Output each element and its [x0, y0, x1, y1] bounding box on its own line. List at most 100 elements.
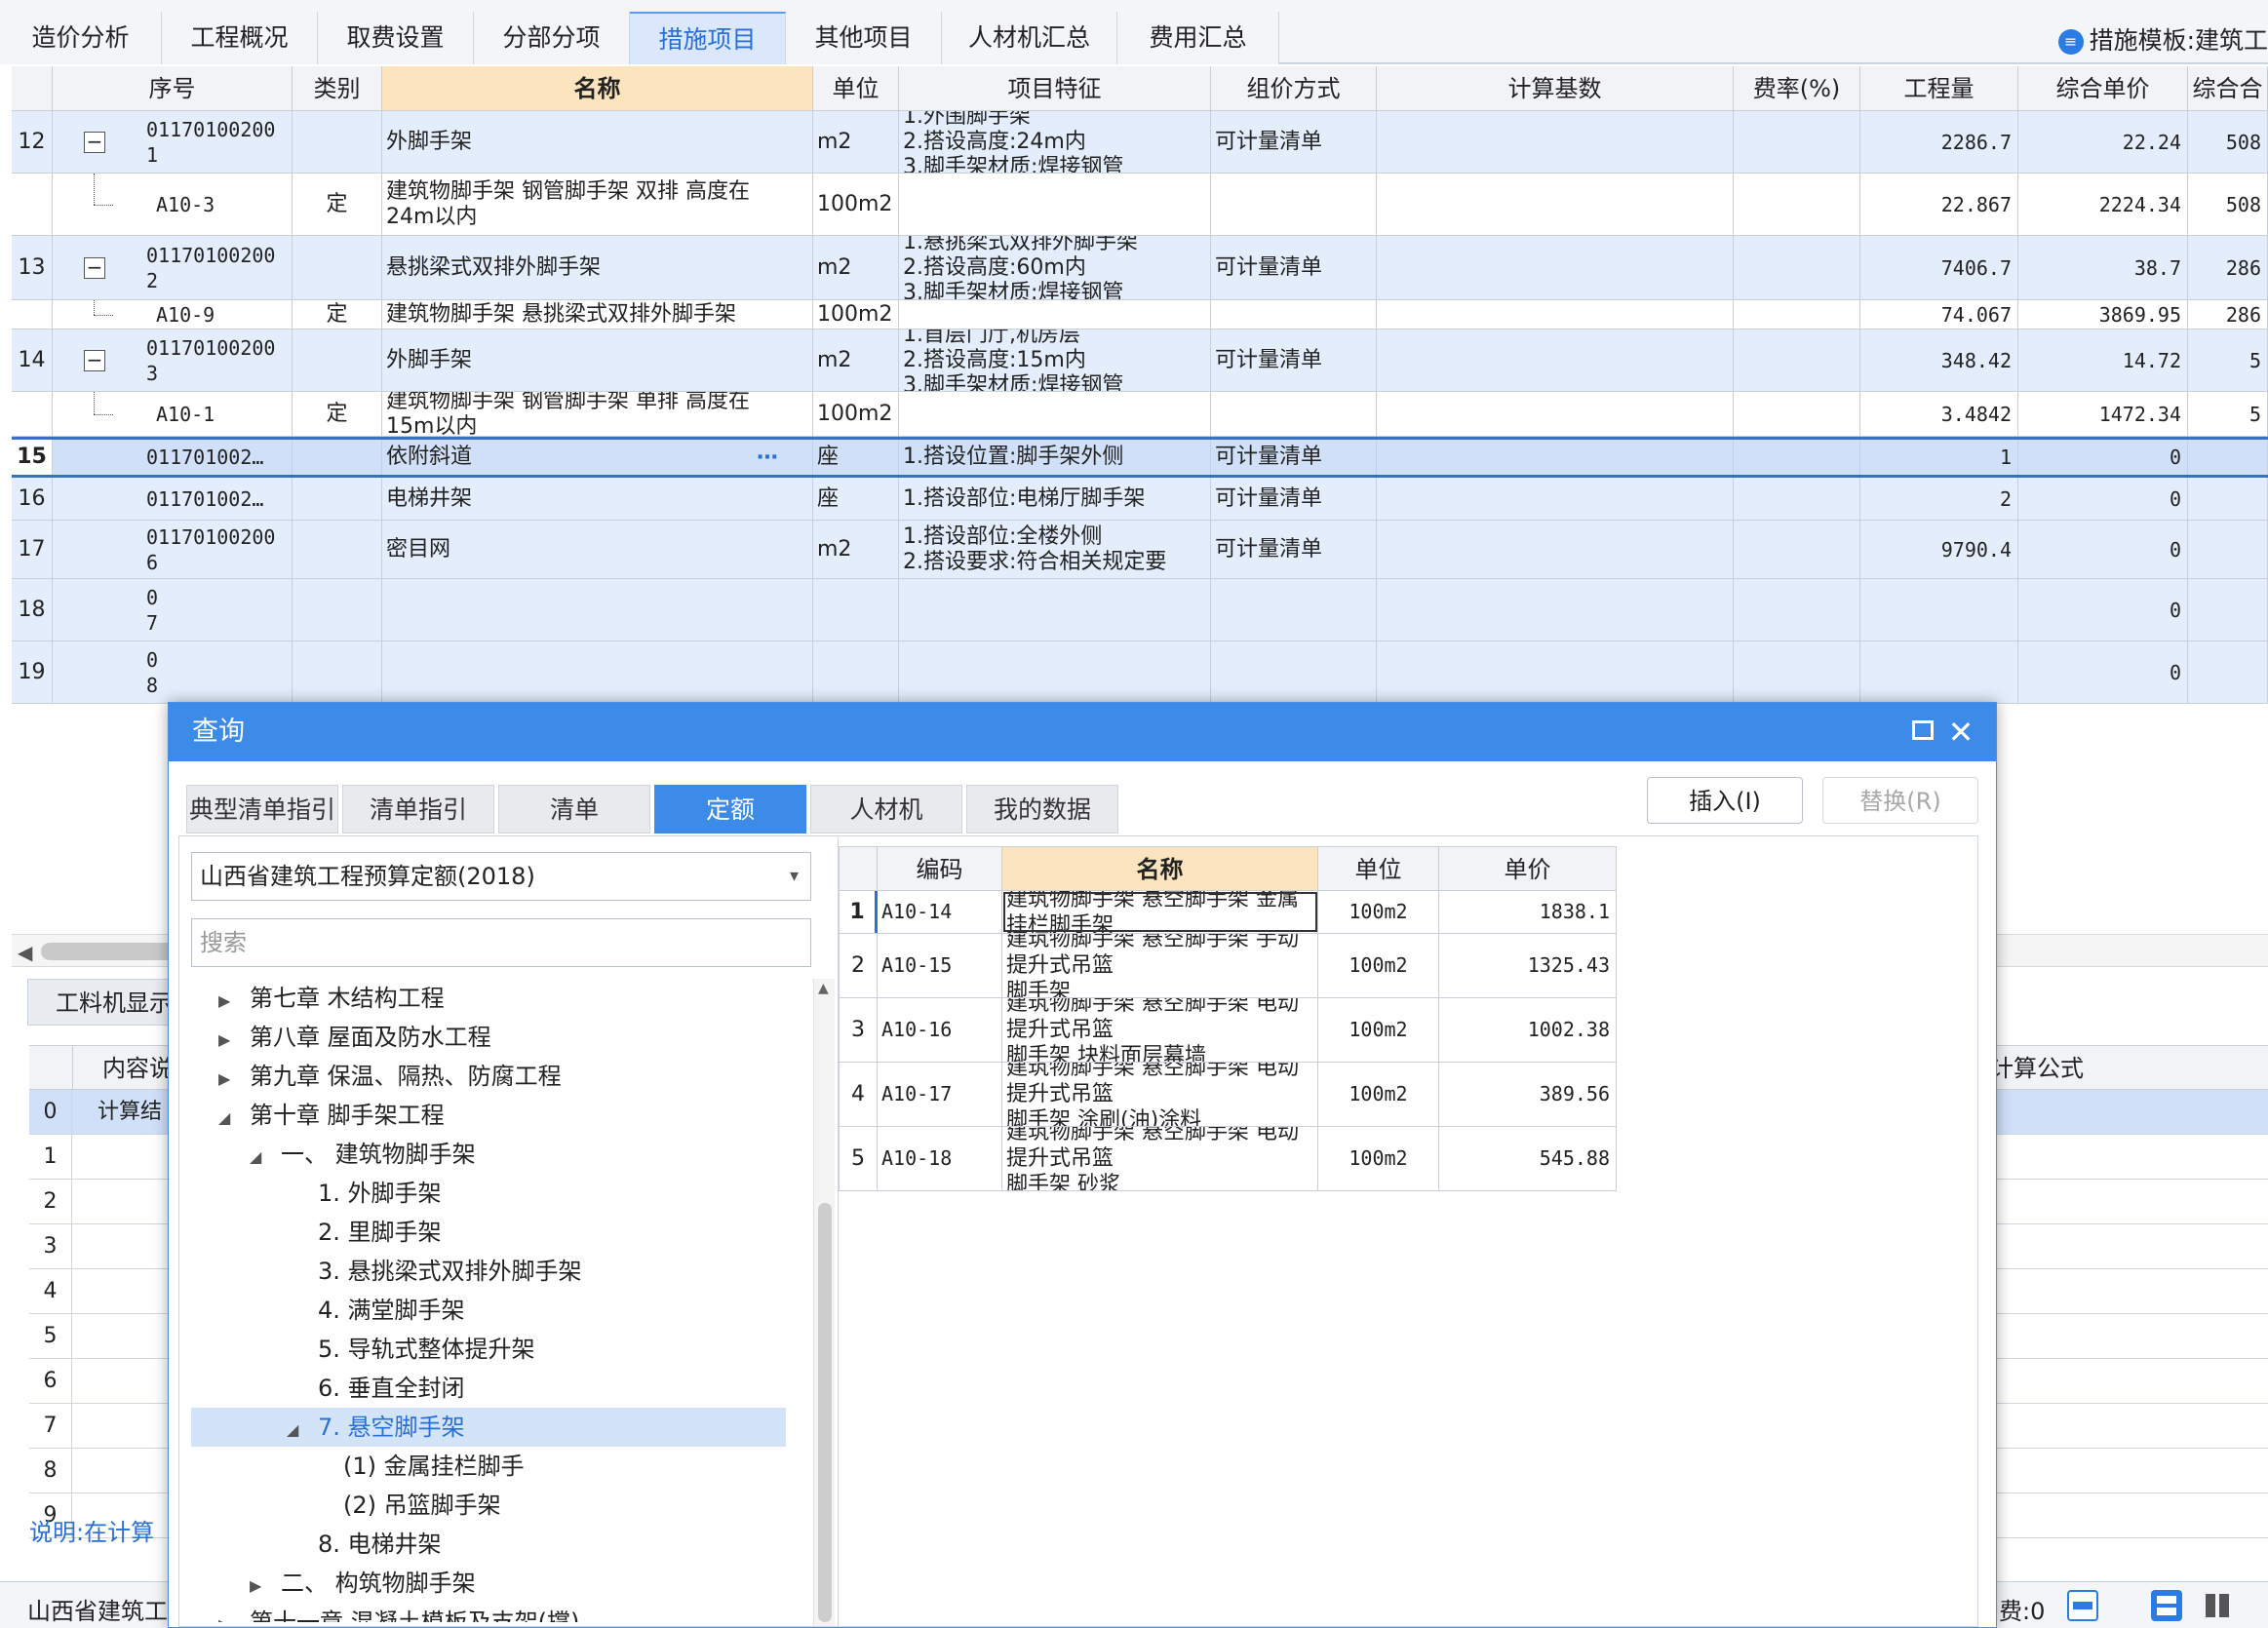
quota-sub-row[interactable]: A10-3 定建筑物脚手架 钢管脚手架 双排 高度在 24m以内 100m2 22.8… [12, 174, 2268, 236]
chapter-tree-item[interactable]: ▶ 第八章 屋面及防水工程 [191, 1018, 786, 1057]
quota-cell-code[interactable]: A10-14 [878, 891, 1002, 933]
quota-cell-index[interactable]: 3 [839, 998, 878, 1062]
cell-row-number[interactable]: 15 [12, 440, 53, 475]
cell-calc-base[interactable] [1377, 236, 1734, 299]
cell-code[interactable]: A10-1 [53, 392, 293, 436]
cell-total[interactable] [2188, 478, 2268, 520]
chapter-tree-item[interactable]: ◢ 一、 建筑物脚手架 [191, 1135, 786, 1174]
cell-unit-price[interactable]: 2224.34 [2018, 174, 2188, 235]
cell-row-number[interactable]: 19 [12, 641, 53, 703]
quota-cell-name[interactable]: 建筑物脚手架 悬空脚手架 金属挂栏脚手架 [1002, 891, 1318, 933]
cell-total[interactable] [2188, 641, 2268, 703]
chapter-tree-item[interactable]: 1. 外脚手架 [191, 1174, 786, 1213]
cell-calc-base[interactable] [1377, 641, 1734, 703]
header-feature[interactable]: 项目特征 [899, 66, 1211, 111]
cell-total[interactable] [2188, 579, 2268, 640]
cell-name[interactable] [382, 641, 813, 703]
cell-row-number[interactable]: 17 [12, 521, 53, 578]
cell-total[interactable]: 508 [2188, 174, 2268, 235]
cell-rate[interactable] [1734, 300, 1860, 329]
cell-unit[interactable] [813, 579, 899, 640]
cell-feature[interactable] [899, 300, 1211, 329]
layout-split-vertical-icon[interactable] [2202, 1590, 2233, 1621]
cell-pricing-method[interactable] [1211, 300, 1377, 329]
cell-calc-base[interactable] [1377, 478, 1734, 520]
quota-cell-price[interactable]: 1325.43 [1439, 934, 1617, 997]
maximize-icon[interactable] [1912, 720, 1934, 740]
cell-pricing-method[interactable]: 可计量清单 [1211, 521, 1377, 578]
quota-header-name[interactable]: 名称 [1002, 846, 1318, 891]
measure-item-row[interactable]: 16 011701002… 电梯井架座 1.搭设部位:电梯厅脚手架 可计量清单 2 0 [12, 478, 2268, 521]
cell-quantity[interactable]: 348.42 [1860, 329, 2018, 391]
cell-type[interactable] [293, 478, 382, 520]
layout-split-horizontal-icon[interactable] [2151, 1590, 2182, 1621]
chapter-tree-item[interactable]: 6. 垂直全封闭 [191, 1369, 786, 1408]
cell-feature[interactable] [899, 641, 1211, 703]
tab-labor-material-summary[interactable]: 人材机汇总 [942, 12, 1117, 64]
cell-rate[interactable] [1734, 641, 1860, 703]
cell-type[interactable] [293, 329, 382, 391]
layout-single-icon[interactable] [2067, 1590, 2098, 1621]
cell-rate[interactable] [1734, 521, 1860, 578]
quota-header-unit[interactable]: 单位 [1318, 846, 1439, 891]
dialog-tab-labor-material[interactable]: 人材机 [810, 785, 962, 833]
expand-arrow-icon[interactable]: ▶ [218, 982, 238, 1021]
collapse-icon[interactable]: − [84, 350, 105, 371]
cell-unit-price[interactable]: 22.24 [2018, 111, 2188, 173]
quota-cell-price[interactable]: 1002.38 [1439, 998, 1617, 1062]
cell-total[interactable]: 286 [2188, 300, 2268, 329]
measure-item-row[interactable]: 17 01170100200 6 密目网 m2 1.搭设部位:全楼外侧 2.搭设要求:符… [12, 521, 2268, 579]
cell-total[interactable]: 5 [2188, 392, 2268, 436]
dialog-tab-quota[interactable]: 定额 [654, 785, 806, 833]
cell-unit[interactable] [813, 641, 899, 703]
quota-cell-price[interactable]: 1838.1 [1439, 891, 1617, 933]
quota-header-code[interactable]: 编码 [878, 846, 1002, 891]
cell-calc-base[interactable] [1377, 329, 1734, 391]
cell-code[interactable]: A10-3 [53, 174, 293, 235]
cell-pricing-method[interactable] [1211, 579, 1377, 640]
cell-rate[interactable] [1734, 236, 1860, 299]
cell-quantity[interactable]: 9790.4 [1860, 521, 2018, 578]
cell-row-number[interactable]: 12 [12, 111, 53, 173]
collapse-arrow-icon[interactable]: ◢ [250, 1138, 269, 1177]
header-quantity[interactable]: 工程量 [1860, 66, 2018, 111]
expand-arrow-icon[interactable]: ▶ [218, 1021, 238, 1060]
cell-code[interactable]: A10-9 [53, 300, 293, 329]
cell-row-number[interactable]: 14 [12, 329, 53, 391]
tab-project-overview[interactable]: 工程概况 [162, 12, 318, 64]
cell-unit-price[interactable]: 0 [2018, 521, 2188, 578]
cell-unit[interactable]: m2 [813, 521, 899, 578]
cell-feature[interactable]: 1.搭设部位:电梯厅脚手架 [899, 478, 1211, 520]
cell-name[interactable]: 建筑物脚手架 钢管脚手架 单排 高度在 15m以内 [382, 392, 813, 436]
collapse-arrow-icon[interactable]: ◢ [287, 1411, 306, 1450]
cell-rate[interactable] [1734, 392, 1860, 436]
cell-row-number[interactable] [12, 392, 53, 436]
quota-cell-index[interactable]: 1 [839, 891, 878, 933]
quota-cell-unit[interactable]: 100m2 [1318, 891, 1439, 933]
cell-unit-price[interactable]: 14.72 [2018, 329, 2188, 391]
cell-calc-base[interactable] [1377, 300, 1734, 329]
quota-row[interactable]: 3 A10-16 建筑物脚手架 悬空脚手架 电动提升式吊篮 脚手架 块料面层幕墙 10… [839, 998, 1617, 1063]
cell-pricing-method[interactable] [1211, 392, 1377, 436]
cell-unit-price[interactable]: 0 [2018, 579, 2188, 640]
chapter-tree-item[interactable]: ▶ 第九章 保温、隔热、防腐工程 [191, 1057, 786, 1096]
expand-arrow-icon[interactable]: ▶ [218, 1060, 238, 1099]
header-unit[interactable]: 单位 [813, 66, 899, 111]
cell-quantity[interactable] [1860, 641, 2018, 703]
header-pricing-method[interactable]: 组价方式 [1211, 66, 1377, 111]
header-calc-base[interactable]: 计算基数 [1377, 66, 1734, 111]
cell-pricing-method[interactable] [1211, 641, 1377, 703]
tab-cost-analysis[interactable]: 造价分析 [0, 12, 162, 64]
chapter-tree-item[interactable]: 5. 导轨式整体提升架 [191, 1330, 786, 1369]
expand-arrow-icon[interactable]: ▶ [218, 1606, 238, 1622]
cell-unit[interactable]: 100m2 [813, 174, 899, 235]
cell-type[interactable]: 定 [293, 300, 382, 329]
quota-cell-index[interactable]: 2 [839, 934, 878, 997]
cell-feature[interactable]: 1.首层门厅,机房层 2.搭设高度:15m内 3.脚手架材质:焊接钢管 [899, 329, 1211, 391]
cell-unit-price[interactable]: 0 [2018, 641, 2188, 703]
cell-unit[interactable]: m2 [813, 111, 899, 173]
chapter-tree-item[interactable]: 3. 悬挑梁式双排外脚手架 [191, 1252, 786, 1291]
quota-cell-code[interactable]: A10-17 [878, 1063, 1002, 1126]
quota-row[interactable]: 1 A10-14 建筑物脚手架 悬空脚手架 金属挂栏脚手架 100m2 1838.1 [839, 891, 1617, 934]
collapse-icon[interactable]: − [84, 257, 105, 279]
